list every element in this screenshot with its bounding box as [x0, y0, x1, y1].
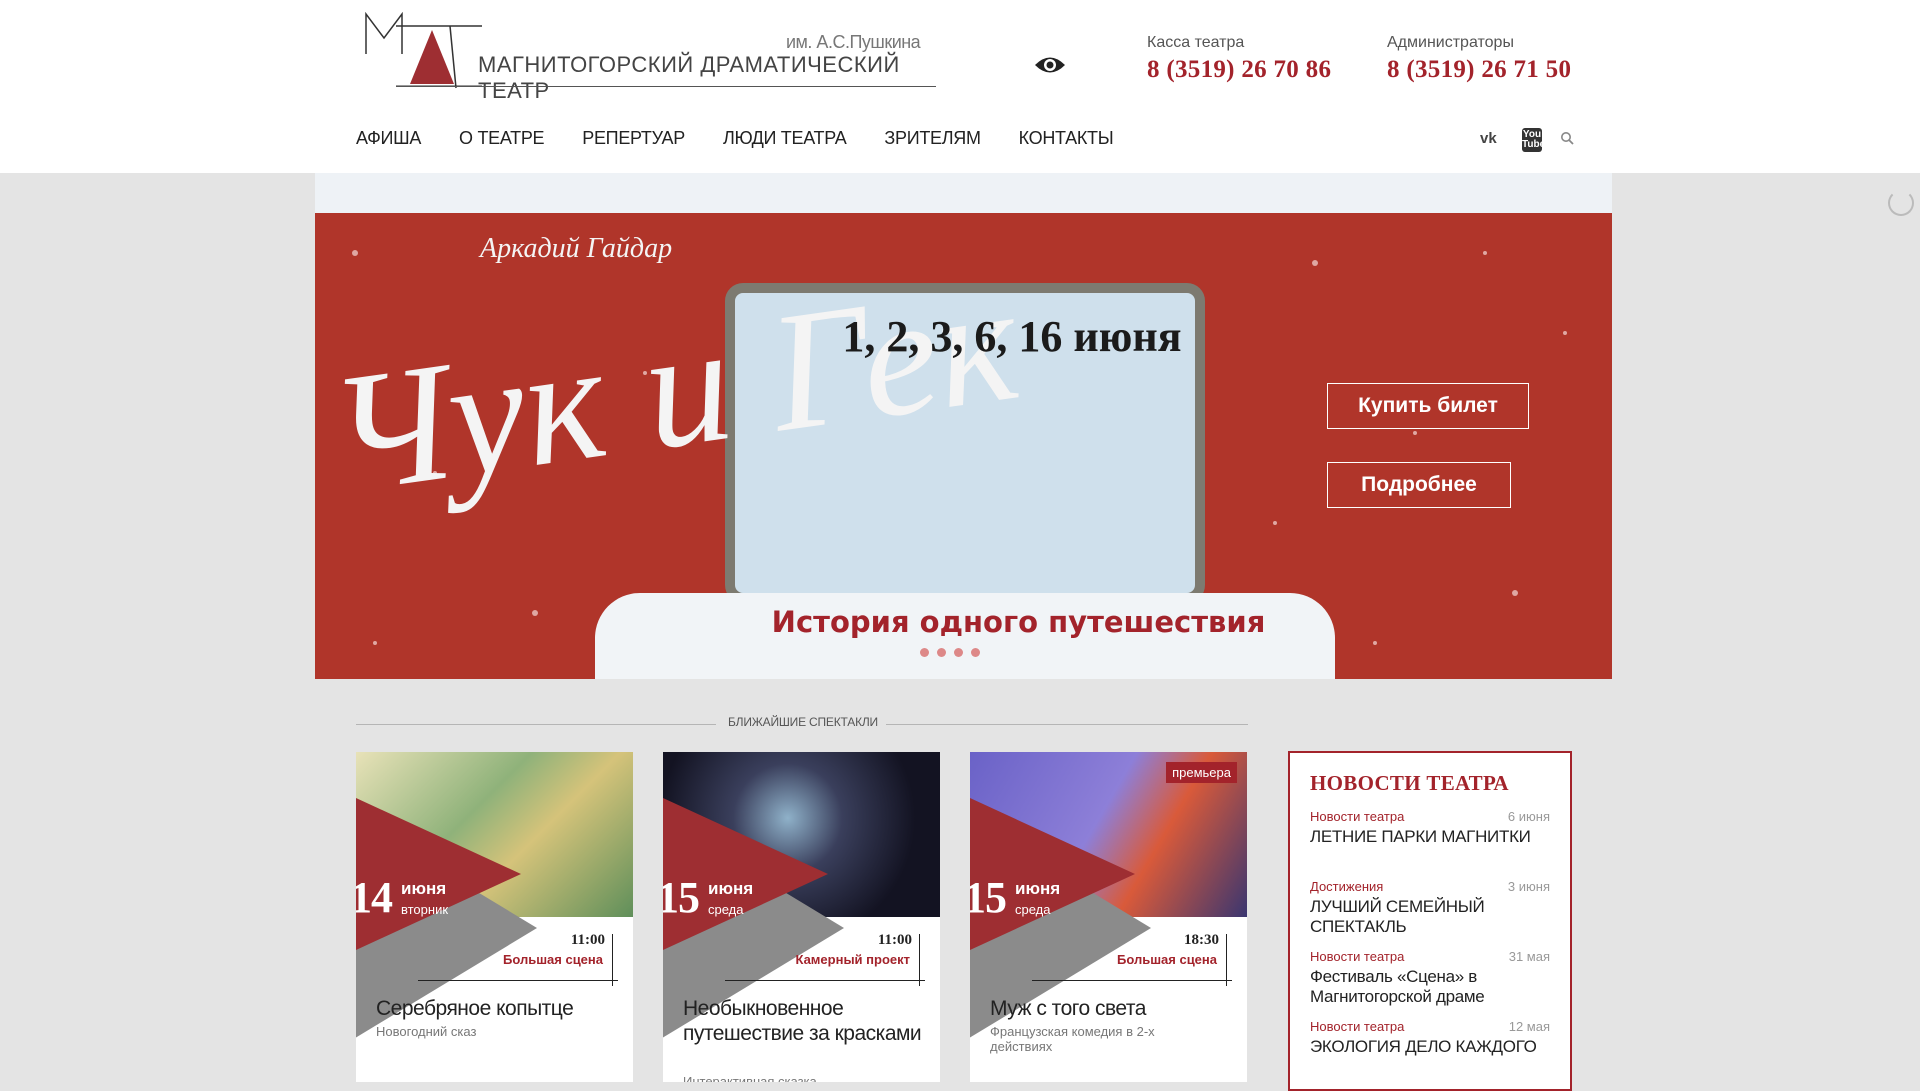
event-title[interactable]: Муж с того света: [990, 996, 1230, 1021]
loading-spinner-icon: [1888, 190, 1914, 216]
eye-icon[interactable]: [1033, 52, 1067, 78]
event-stage: Большая сцена: [1116, 952, 1217, 967]
event-day: 15: [663, 873, 700, 922]
event-weekday: вторник: [401, 902, 449, 917]
phone-label: Администраторы: [1387, 34, 1514, 51]
logo-mark-icon: [365, 12, 482, 89]
event-title[interactable]: Серебряное копытце: [376, 996, 616, 1021]
main-nav: АФИША О ТЕАТРЕ РЕПЕРТУАР ЛЮДИ ТЕАТРА ЗРИ…: [356, 128, 1151, 149]
event-card[interactable]: премьера 15 июня среда 18:30 Большая сце…: [970, 752, 1247, 1082]
slider-dot[interactable]: [971, 648, 980, 657]
event-stage: Камерный проект: [795, 952, 910, 967]
phone-label: Касса театра: [1147, 34, 1245, 51]
slider-dot[interactable]: [937, 648, 946, 657]
section-title: БЛИЖАЙШИЕ СПЕКТАКЛИ: [728, 715, 878, 729]
slider-pagination: [920, 648, 980, 657]
logo-subtitle: им. А.С.Пушкина: [786, 32, 921, 52]
news-heading: НОВОСТИ ТЕАТРА: [1310, 771, 1509, 795]
nav-item-contacts[interactable]: КОНТАКТЫ: [1019, 128, 1114, 149]
news-date: 6 июня: [1507, 809, 1550, 824]
phone-number[interactable]: 8 (3519) 26 71 50: [1387, 56, 1571, 84]
event-weekday: среда: [1015, 902, 1051, 917]
nav-item-repertoire[interactable]: РЕПЕРТУАР: [582, 128, 685, 149]
slider-dot[interactable]: [920, 648, 929, 657]
divider: [612, 934, 613, 986]
nav-item-visitors[interactable]: ЗРИТЕЛЯМ: [884, 128, 981, 149]
logo-title: МАГНИТОГОРСКИЙ ДРАМАТИЧЕСКИЙ ТЕАТР: [478, 52, 900, 103]
hero-slider[interactable]: Аркадий Гайдар Чук и Гек 1, 2, 3, 6, 16 …: [315, 173, 1612, 679]
event-weekday: среда: [708, 902, 744, 917]
slide-subtitle: История одного путешествия: [771, 605, 1266, 639]
event-card[interactable]: 14 июня вторник 11:00 Большая сцена Сере…: [356, 752, 633, 1082]
event-day: 15: [970, 873, 1007, 922]
logo-underline: [396, 86, 936, 87]
event-title[interactable]: Необыкновенное путешествие за красками: [683, 996, 923, 1046]
divider: [919, 934, 920, 986]
event-time: 18:30: [1184, 932, 1219, 948]
event-time: 11:00: [877, 932, 912, 948]
event-genre: Французская комедия в 2-х действиях: [990, 1024, 1155, 1054]
news-item[interactable]: Новости театра 31 мая Фестиваль «Сцена» …: [1310, 949, 1550, 1006]
news-date: 3 июня: [1507, 879, 1550, 894]
divider: [1226, 934, 1227, 986]
slider-dot[interactable]: [954, 648, 963, 657]
divider: [418, 980, 618, 981]
news-title[interactable]: Фестиваль «Сцена» в Магнитогорской драме: [1310, 967, 1550, 1006]
divider: [1032, 980, 1232, 981]
slide-dates: 1, 2, 3, 6, 16 июня: [842, 312, 1182, 361]
phone-number[interactable]: 8 (3519) 26 70 86: [1147, 56, 1331, 84]
slide-author: Аркадий Гайдар: [480, 233, 673, 264]
youtube-icon[interactable]: You Tube: [1522, 128, 1545, 152]
nav-item-about[interactable]: О ТЕАТРЕ: [459, 128, 545, 149]
event-stage: Большая сцена: [502, 952, 603, 967]
vk-icon[interactable]: vk: [1480, 130, 1497, 147]
news-date: 12 мая: [1508, 1019, 1550, 1034]
event-month: июня: [1015, 879, 1061, 898]
news-item[interactable]: Новости театра 6 июня ЛЕТНИЕ ПАРКИ МАГНИ…: [1310, 809, 1550, 847]
box-office-phone[interactable]: Касса театра 8 (3519) 26 70 86: [1147, 34, 1331, 84]
search-icon[interactable]: [1560, 131, 1574, 149]
theatre-logo[interactable]: им. А.С.Пушкина МАГНИТОГОРСКИЙ ДРАМАТИЧЕ…: [362, 12, 942, 103]
news-panel: НОВОСТИ ТЕАТРА Новости театра 6 июня ЛЕТ…: [1288, 751, 1572, 1091]
news-item[interactable]: Достижения 3 июня ЛУЧШИЙ СЕМЕЙНЫЙ СПЕКТА…: [1310, 879, 1550, 936]
news-item[interactable]: Новости театра 12 мая ЭКОЛОГИЯ ДЕЛО КАЖД…: [1310, 1019, 1550, 1057]
event-month: июня: [401, 879, 447, 898]
news-title[interactable]: ЛЕТНИЕ ПАРКИ МАГНИТКИ: [1310, 827, 1550, 847]
event-time: 11:00: [570, 932, 605, 948]
divider: [886, 724, 1248, 725]
event-card[interactable]: 15 июня среда 11:00 Камерный проект Необ…: [663, 752, 940, 1082]
divider: [725, 980, 925, 981]
divider: [356, 724, 716, 725]
event-day: 14: [356, 873, 393, 922]
news-date: 31 мая: [1508, 949, 1550, 964]
nav-item-people[interactable]: ЛЮДИ ТЕАТРА: [723, 128, 847, 149]
site-header: им. А.С.Пушкина МАГНИТОГОРСКИЙ ДРАМАТИЧЕ…: [0, 0, 1920, 173]
premiere-badge: премьера: [1166, 762, 1237, 783]
event-genre: Интерактивная сказка: [683, 1074, 817, 1082]
more-info-button[interactable]: Подробнее: [1327, 462, 1511, 508]
admin-phone[interactable]: Администраторы 8 (3519) 26 71 50: [1387, 34, 1571, 84]
news-title[interactable]: ЛУЧШИЙ СЕМЕЙНЫЙ СПЕКТАКЛЬ: [1310, 897, 1550, 936]
buy-ticket-button[interactable]: Купить билет: [1327, 383, 1529, 429]
event-month: июня: [708, 879, 754, 898]
nav-item-afisha[interactable]: АФИША: [356, 128, 421, 149]
news-title[interactable]: ЭКОЛОГИЯ ДЕЛО КАЖДОГО: [1310, 1037, 1550, 1057]
event-genre: Новогодний сказ: [376, 1024, 477, 1039]
